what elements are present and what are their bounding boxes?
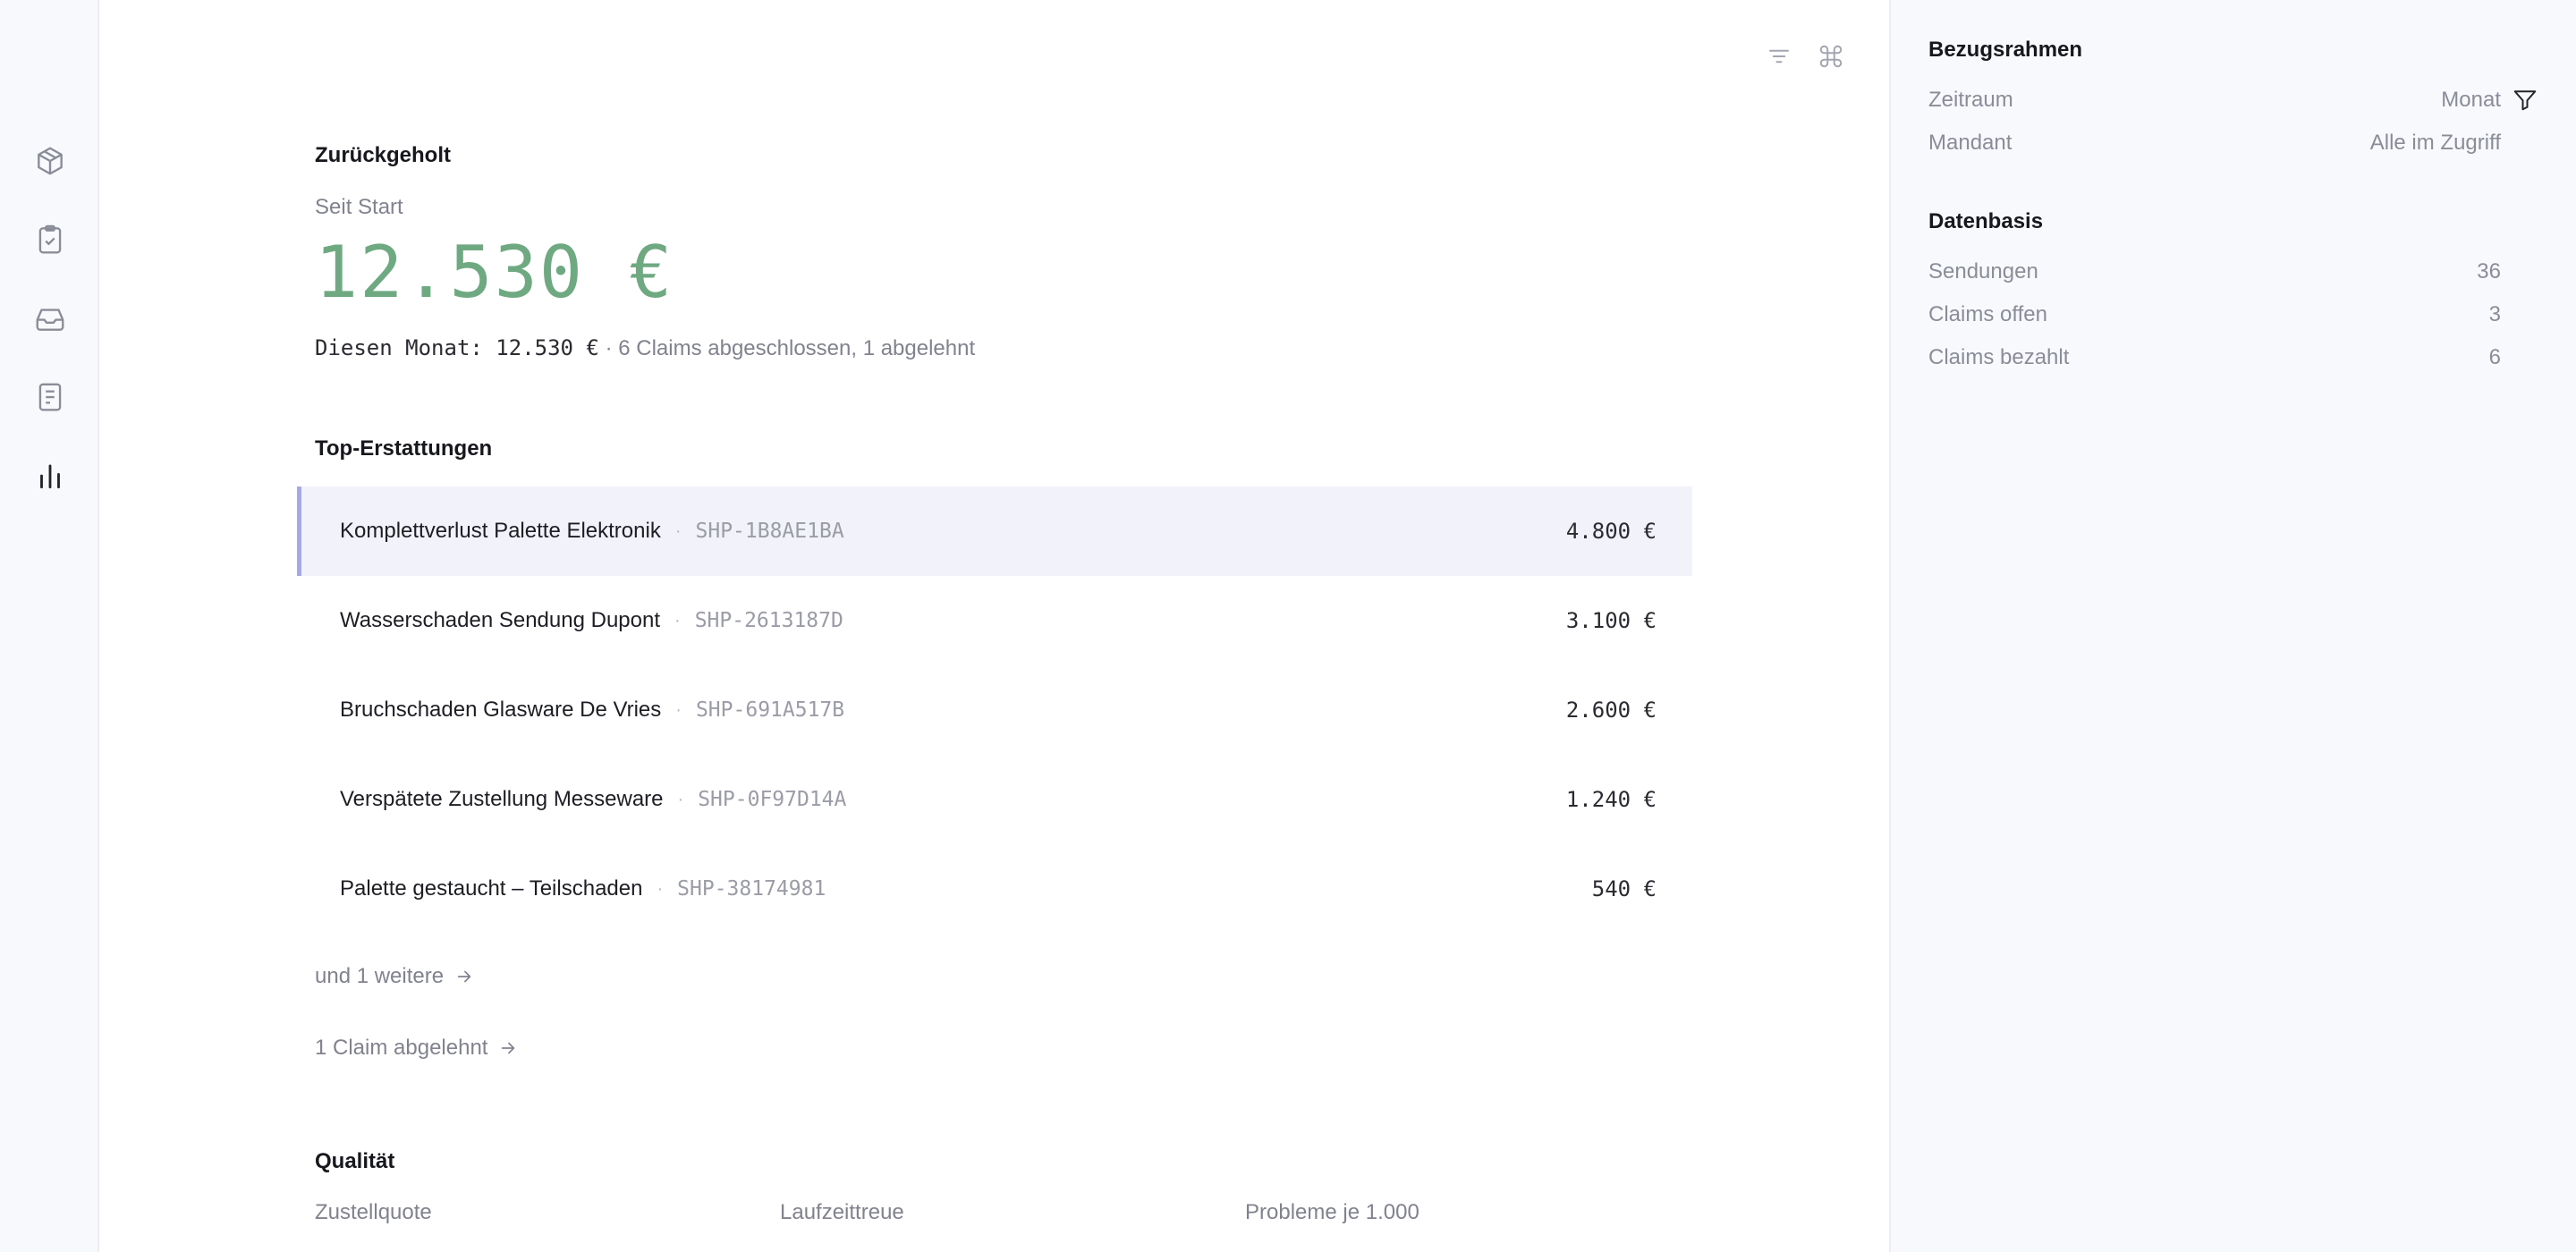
clipboard-check-icon	[38, 224, 62, 254]
separator-dot: ·	[674, 610, 681, 630]
nav-packages[interactable]	[27, 138, 73, 184]
rejected-claims-label: 1 Claim abgelehnt	[315, 1036, 488, 1060]
separator-dot: ·	[677, 789, 684, 809]
basis-key: Claims bezahlt	[1928, 345, 2070, 369]
recovered-amount: 12.530 €	[315, 231, 674, 314]
basis-value: 6	[2488, 345, 2501, 369]
recovered-summary: Diesen Monat: 12.530 € · 6 Claims abgesc…	[315, 335, 975, 361]
refund-name: Bruchschaden Glasware De Vries	[340, 698, 662, 722]
basis-row-claims-paid: Claims bezahlt 6	[1928, 345, 2501, 370]
inbox-icon	[36, 309, 64, 331]
shipment-ref: SHP-1B8AE1BA	[695, 520, 844, 543]
main-content: Zurückgeholt Seit Start 12.530 € Diesen …	[100, 0, 1889, 1252]
separator-dot: ·	[675, 699, 682, 720]
more-refunds-link[interactable]: und 1 weitere	[315, 964, 474, 989]
filter-lines-button[interactable]	[1764, 41, 1794, 72]
metric-delivery-rate: Zustellquote	[315, 1200, 780, 1225]
shipment-ref: SHP-2613187D	[694, 609, 843, 632]
basis-row-shipments: Sendungen 36	[1928, 259, 2501, 284]
refund-amount: 1.240 €	[1565, 787, 1657, 812]
shipment-ref: SHP-38174981	[677, 877, 826, 901]
quality-title: Qualität	[315, 1149, 395, 1173]
refund-name: Palette gestaucht – Teilschaden	[340, 876, 643, 901]
frame-value: Monat	[2441, 88, 2501, 112]
frame-row-period[interactable]: Zeitraum Monat	[1928, 88, 2501, 113]
panel-filter-button[interactable]	[2512, 86, 2542, 116]
frame-title: Bezugsrahmen	[1928, 38, 2083, 62]
refund-name: Komplettverlust Palette Elektronik	[340, 519, 661, 543]
refund-amount: 4.800 €	[1565, 519, 1657, 544]
frame-key: Mandant	[1928, 131, 2012, 155]
quality-metrics: Zustellquote Laufzeittreue Probleme je 1…	[315, 1200, 1710, 1225]
recovered-title: Zurückgeholt	[315, 143, 452, 167]
separator-dot: ·	[674, 520, 682, 541]
frame-row-client[interactable]: Mandant Alle im Zugriff	[1928, 131, 2501, 156]
list-item[interactable]: Verspätete Zustellung Messeware · SHP-0F…	[297, 755, 1692, 844]
bar-chart-icon	[40, 464, 60, 489]
basis-value: 3	[2488, 302, 2501, 326]
basis-row-claims-open: Claims offen 3	[1928, 302, 2501, 327]
more-refunds-label: und 1 weitere	[315, 964, 445, 988]
rejected-claims-link[interactable]: 1 Claim abgelehnt	[315, 1036, 518, 1061]
refund-amount: 540 €	[1591, 876, 1657, 901]
shipment-ref: SHP-691A517B	[695, 698, 845, 722]
top-refunds-list: Komplettverlust Palette Elektronik · SHP…	[297, 486, 1692, 934]
refund-amount: 3.100 €	[1565, 608, 1657, 633]
list-item[interactable]: Palette gestaucht – Teilschaden · SHP-38…	[297, 844, 1692, 934]
shipment-ref: SHP-0F97D14A	[698, 788, 847, 811]
metric-label: Zustellquote	[315, 1200, 432, 1224]
metric-label: Probleme je 1.000	[1245, 1200, 1419, 1224]
command-button[interactable]	[1816, 41, 1846, 72]
basis-title: Datenbasis	[1928, 209, 2044, 233]
frame-value: Alle im Zugriff	[2369, 131, 2501, 155]
list-item[interactable]: Wasserschaden Sendung Dupont · SHP-26131…	[297, 576, 1692, 665]
metric-on-time: Laufzeittreue	[780, 1200, 1245, 1225]
list-item[interactable]: Komplettverlust Palette Elektronik · SHP…	[297, 486, 1692, 576]
metric-issues-per-1000: Probleme je 1.000	[1245, 1200, 1710, 1225]
package-icon	[38, 147, 63, 175]
filter-lines-icon	[1769, 49, 1789, 63]
arrow-right-icon	[457, 970, 471, 983]
document-icon	[38, 383, 62, 411]
summary-claims: · 6 Claims abgeschlossen, 1 abgelehnt	[605, 336, 976, 360]
list-item[interactable]: Bruchschaden Glasware De Vries · SHP-691…	[297, 665, 1692, 755]
basis-key: Sendungen	[1928, 259, 2038, 283]
arrow-right-icon	[502, 1042, 515, 1054]
refund-amount: 2.600 €	[1565, 698, 1657, 723]
since-label: Seit Start	[315, 195, 403, 219]
nav-tasks[interactable]	[27, 216, 73, 263]
refund-name: Wasserschaden Sendung Dupont	[340, 608, 661, 632]
command-icon	[1819, 45, 1843, 68]
separator-dot: ·	[657, 878, 664, 899]
refund-name: Verspätete Zustellung Messeware	[340, 787, 664, 811]
basis-key: Claims offen	[1928, 302, 2047, 326]
basis-value: 36	[2477, 259, 2501, 283]
nav-rail	[0, 0, 99, 1252]
month-amount: Diesen Monat: 12.530 €	[315, 335, 599, 360]
nav-reports[interactable]	[27, 453, 73, 499]
nav-documents[interactable]	[27, 374, 73, 420]
metric-label: Laufzeittreue	[780, 1200, 904, 1224]
context-panel: Bezugsrahmen Zeitraum Monat Mandant Alle…	[1889, 0, 2576, 1252]
toolbar	[1764, 41, 1846, 72]
nav-inbox[interactable]	[27, 295, 73, 342]
top-refunds-title: Top-Erstattungen	[315, 436, 493, 461]
frame-key: Zeitraum	[1928, 88, 2013, 112]
funnel-icon	[2513, 90, 2537, 111]
